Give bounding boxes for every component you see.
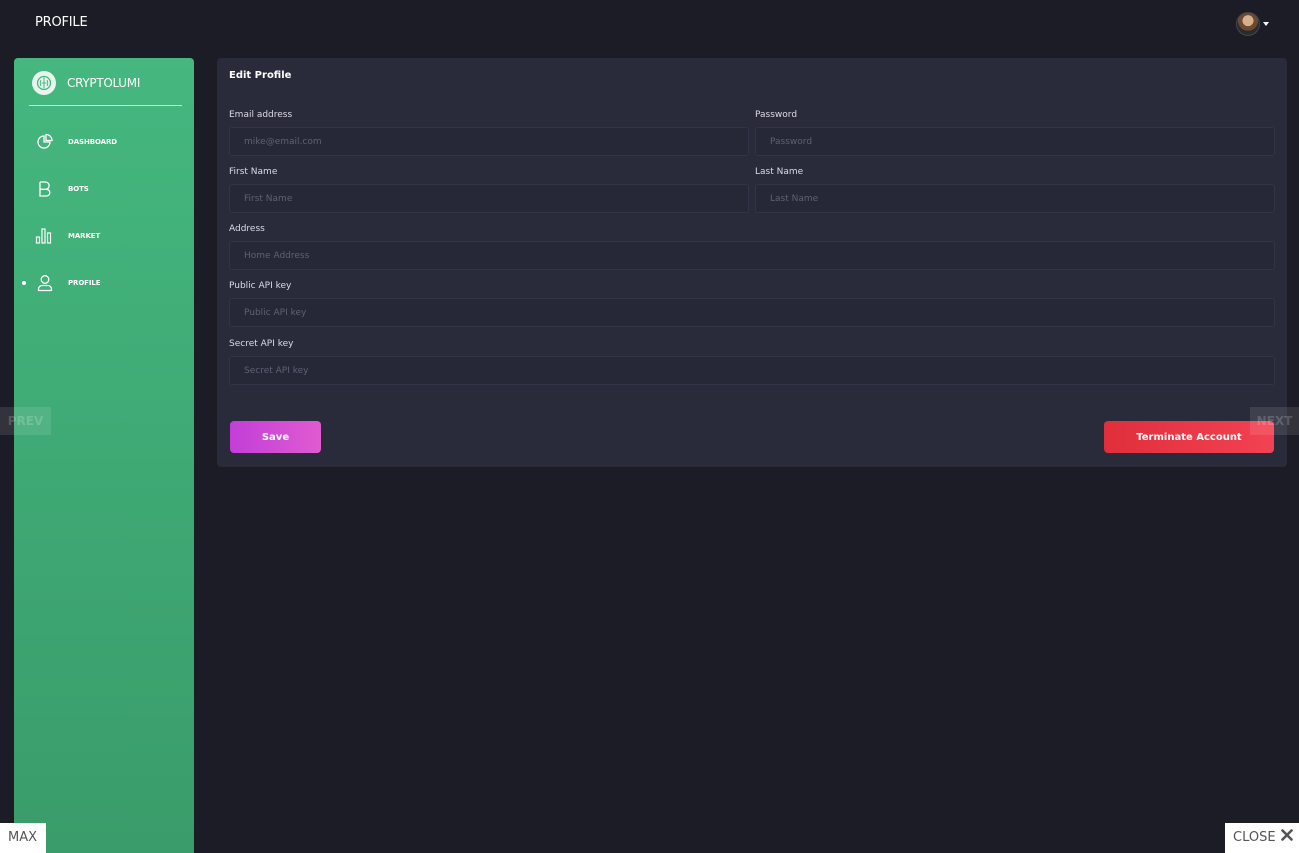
page-title: PROFILE	[35, 15, 88, 30]
secret-api-key-field[interactable]	[229, 356, 1275, 385]
email-label: Email address	[229, 110, 293, 120]
last-name-field[interactable]	[755, 184, 1275, 213]
sidebar-item-label: DASHBOARD	[68, 138, 117, 146]
user-menu-button[interactable]	[1236, 11, 1269, 37]
first-name-label: First Name	[229, 167, 278, 177]
sidebar-divider	[29, 105, 182, 106]
sidebar-item-bots[interactable]: BOTS	[14, 176, 194, 202]
caret-down-icon	[1263, 22, 1269, 26]
top-bar: PROFILE	[0, 0, 1299, 48]
active-indicator	[22, 281, 26, 285]
sidebar: CRYPTOLUMI DASHBOARD BOTS MARKET PROFILE	[14, 58, 194, 853]
pie-chart-icon	[35, 132, 55, 152]
user-icon	[35, 273, 55, 293]
brand-name: CRYPTOLUMI	[67, 76, 141, 90]
app-root: PROFILE CRYPTOLUMI DASHBOARD BOTS MARKET…	[0, 0, 1299, 853]
edit-profile-card: Edit Profile Email address Password Firs…	[217, 58, 1287, 467]
next-button[interactable]: NEXT	[1250, 407, 1299, 435]
user-avatar-icon[interactable]	[1236, 12, 1260, 36]
public-api-key-field[interactable]	[229, 298, 1275, 327]
address-field[interactable]	[229, 241, 1275, 270]
secret-api-key-label: Secret API key	[229, 339, 294, 349]
bitcoin-b-icon	[35, 179, 55, 199]
password-field[interactable]	[755, 127, 1275, 156]
sidebar-item-market[interactable]: MARKET	[14, 223, 194, 249]
brand[interactable]: CRYPTOLUMI	[32, 71, 140, 95]
terminate-account-button[interactable]: Terminate Account	[1104, 421, 1274, 453]
first-name-field[interactable]	[229, 184, 749, 213]
bar-chart-icon	[35, 226, 55, 246]
save-button[interactable]: Save	[230, 421, 321, 453]
card-title: Edit Profile	[229, 70, 292, 81]
close-label: CLOSE	[1233, 830, 1276, 845]
last-name-label: Last Name	[755, 167, 804, 177]
close-button[interactable]: CLOSE	[1225, 823, 1299, 853]
password-label: Password	[755, 110, 798, 120]
sidebar-item-profile[interactable]: PROFILE	[14, 270, 194, 296]
sidebar-item-label: MARKET	[68, 232, 101, 240]
sidebar-item-label: PROFILE	[68, 279, 101, 287]
address-label: Address	[229, 224, 265, 234]
email-field[interactable]	[229, 127, 749, 156]
prev-button[interactable]: PREV	[0, 407, 51, 435]
max-button[interactable]: MAX	[0, 823, 46, 853]
brain-icon	[32, 71, 56, 95]
close-x-icon	[1280, 823, 1293, 853]
public-api-key-label: Public API key	[229, 281, 292, 291]
sidebar-item-label: BOTS	[68, 185, 89, 193]
sidebar-item-dashboard[interactable]: DASHBOARD	[14, 129, 194, 155]
